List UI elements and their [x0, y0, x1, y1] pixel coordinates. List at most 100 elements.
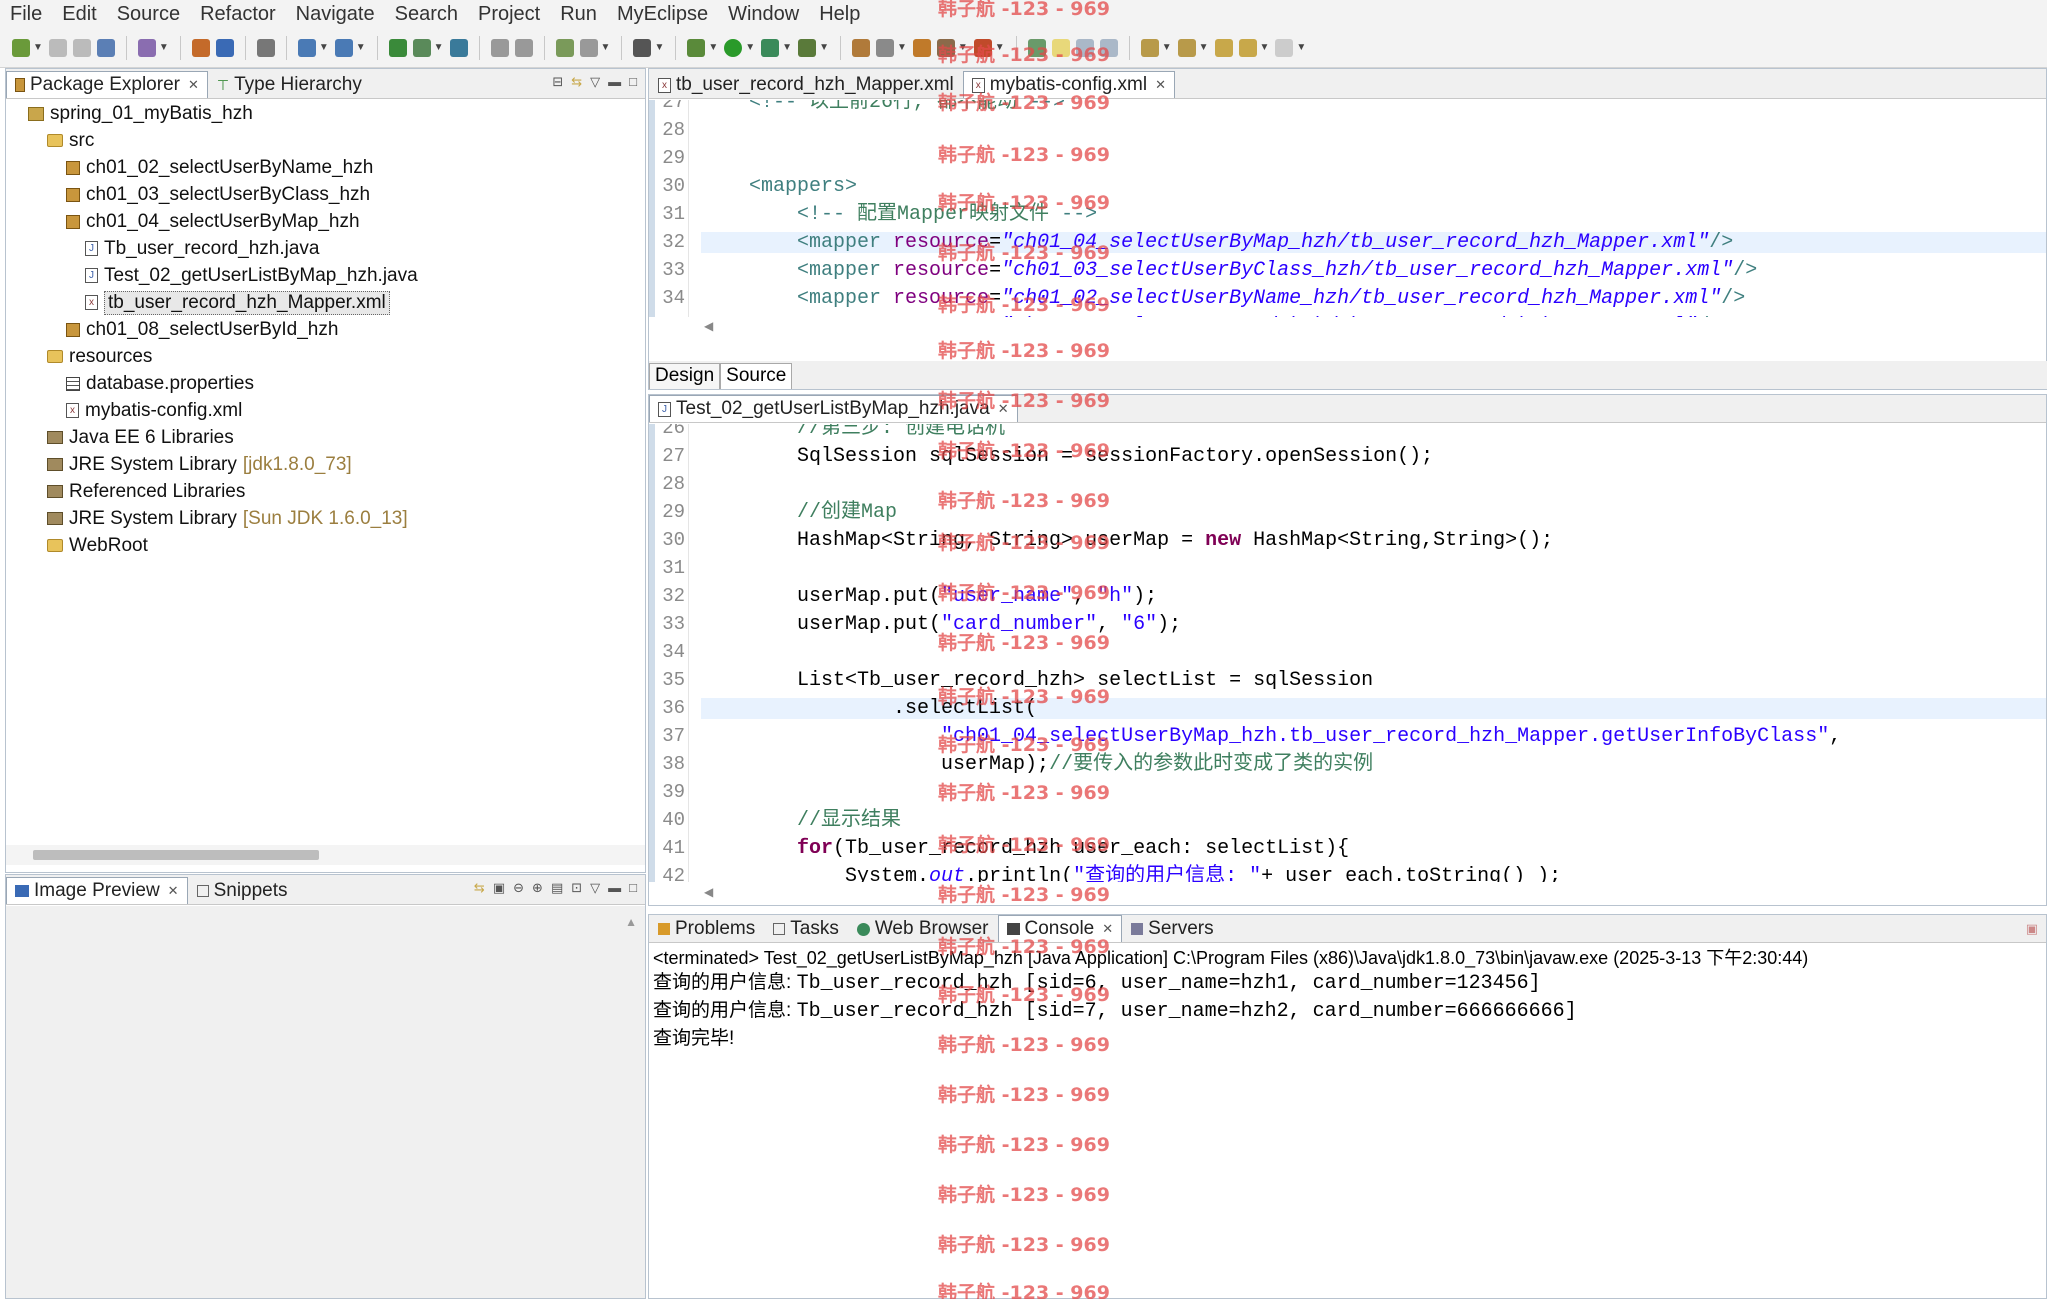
tab-java-test[interactable]: J Test_02_getUserListByMap_hzh.java ✕: [649, 395, 1018, 422]
dropdown-arrow-icon[interactable]: ▼: [897, 42, 907, 53]
minimize-icon[interactable]: ▬: [608, 880, 621, 896]
collapse-all-icon[interactable]: ⊟: [552, 74, 563, 90]
dropdown-arrow-icon[interactable]: ▼: [995, 42, 1005, 53]
globe-icon[interactable]: [449, 38, 468, 57]
menu-item-project[interactable]: Project: [468, 0, 550, 28]
zoom-in-icon[interactable]: ⊕: [532, 880, 543, 896]
tree-item[interactable]: database.properties: [6, 370, 645, 397]
menu-item-search[interactable]: Search: [385, 0, 468, 28]
horizontal-scrollbar[interactable]: ◀: [649, 883, 2046, 903]
scroll-left-icon[interactable]: ◀: [704, 885, 713, 899]
close-icon[interactable]: ✕: [1102, 921, 1113, 937]
new-wizard-icon[interactable]: [137, 38, 156, 57]
settings-icon[interactable]: [875, 38, 894, 57]
tree-item[interactable]: ch01_08_selectUserById_hzh: [6, 316, 645, 343]
dropdown-arrow-icon[interactable]: ▼: [601, 42, 611, 53]
dropdown-arrow-icon[interactable]: ▼: [319, 42, 329, 53]
dropdown-arrow-icon[interactable]: ▼: [1162, 42, 1172, 53]
tree-item[interactable]: JRE System Library [Sun JDK 1.6.0_13]: [6, 505, 645, 532]
next-annotation-icon[interactable]: [1140, 38, 1159, 57]
refresh-icon[interactable]: [490, 38, 509, 57]
tree-item[interactable]: ch01_02_selectUserByName_hzh: [6, 154, 645, 181]
close-icon[interactable]: ✕: [168, 883, 179, 899]
tab-console[interactable]: Console ✕: [997, 915, 1123, 942]
maximize-icon[interactable]: □: [629, 880, 637, 896]
menu-item-edit[interactable]: Edit: [52, 0, 106, 28]
back-icon[interactable]: [1238, 38, 1257, 57]
view-menu-icon[interactable]: ▽: [590, 74, 600, 90]
class-icon[interactable]: [215, 38, 234, 57]
fit-window-icon[interactable]: ⊡: [571, 880, 582, 896]
print-icon[interactable]: [96, 38, 115, 57]
search-icon[interactable]: [297, 38, 316, 57]
prev-annotation-icon[interactable]: [1177, 38, 1196, 57]
sync-icon[interactable]: ⇆: [474, 880, 485, 896]
tree-item[interactable]: Java EE 6 Libraries: [6, 424, 645, 451]
tab-image-preview[interactable]: Image Preview ✕: [6, 877, 188, 904]
server-icon[interactable]: [412, 38, 431, 57]
horizontal-scrollbar[interactable]: ◀: [649, 317, 2046, 337]
debug-icon[interactable]: [687, 38, 706, 57]
tree-item[interactable]: Referenced Libraries: [6, 478, 645, 505]
dropdown-arrow-icon[interactable]: ▼: [1199, 42, 1209, 53]
package-icon[interactable]: [191, 38, 210, 57]
scroll-up-icon[interactable]: ▲: [625, 915, 637, 929]
tab-source[interactable]: Source: [720, 363, 793, 389]
tree-item[interactable]: J Test_02_getUserListByMap_hzh.java: [6, 262, 645, 289]
build-icon[interactable]: [851, 38, 870, 57]
dropdown-arrow-icon[interactable]: ▼: [33, 42, 43, 53]
close-icon[interactable]: ✕: [188, 77, 199, 93]
tab-snippets[interactable]: Snippets: [188, 877, 297, 904]
tree-item[interactable]: ch01_04_selectUserByMap_hzh: [6, 208, 645, 235]
tab-web-browser[interactable]: Web Browser: [848, 915, 998, 942]
dropdown-arrow-icon[interactable]: ▼: [654, 42, 664, 53]
link-editor-icon[interactable]: ⇆: [571, 74, 582, 90]
fit-icon[interactable]: ▣: [493, 880, 505, 896]
mark-icon[interactable]: [936, 38, 955, 57]
tree-item[interactable]: spring_01_myBatis_hzh: [6, 100, 645, 127]
remove-launch-icon[interactable]: ▣: [2026, 921, 2038, 937]
bug-icon[interactable]: [973, 38, 992, 57]
tab-design[interactable]: Design: [649, 363, 721, 389]
dropdown-arrow-icon[interactable]: ▼: [434, 42, 444, 53]
maximize-icon[interactable]: □: [629, 74, 637, 90]
dropdown-arrow-icon[interactable]: ▼: [708, 42, 718, 53]
dropdown-arrow-icon[interactable]: ▼: [745, 42, 755, 53]
dropdown-arrow-icon[interactable]: ▼: [356, 42, 366, 53]
tab-tasks[interactable]: Tasks: [764, 915, 848, 942]
task-icon[interactable]: [912, 38, 931, 57]
java-code-area[interactable]: //第三步: 创建电话机 26 SqlSession sqlSession = s…: [649, 424, 2046, 882]
tree-item[interactable]: WebRoot: [6, 532, 645, 559]
tree-item[interactable]: resources: [6, 343, 645, 370]
history-icon[interactable]: [514, 38, 533, 57]
run-icon[interactable]: [724, 38, 743, 57]
forward-icon[interactable]: [1275, 38, 1294, 57]
tab-problems[interactable]: Problems: [649, 915, 764, 942]
deploy-icon[interactable]: [388, 38, 407, 57]
menu-item-run[interactable]: Run: [550, 0, 607, 28]
database-icon[interactable]: [256, 38, 275, 57]
new-icon[interactable]: [12, 38, 30, 57]
console-output[interactable]: <terminated> Test_02_getUserListByMap_hz…: [653, 947, 2042, 1294]
dropdown-arrow-icon[interactable]: ▼: [159, 42, 169, 53]
dropdown-arrow-icon[interactable]: ▼: [782, 42, 792, 53]
dropdown-arrow-icon[interactable]: ▼: [958, 42, 968, 53]
tree-item[interactable]: J Tb_user_record_hzh.java: [6, 235, 645, 262]
external-tools-icon[interactable]: [798, 38, 817, 57]
save-all-icon[interactable]: [72, 38, 91, 57]
open-type-icon[interactable]: [555, 38, 574, 57]
tab-servers[interactable]: Servers: [1122, 915, 1222, 942]
save-icon[interactable]: [48, 38, 67, 57]
dropdown-arrow-icon[interactable]: ▼: [819, 42, 829, 53]
open-resource-icon[interactable]: [579, 38, 598, 57]
menu-item-source[interactable]: Source: [107, 0, 190, 28]
annotation-icon[interactable]: [1027, 38, 1046, 57]
tree-item[interactable]: src: [6, 127, 645, 154]
highlight-icon[interactable]: [1051, 38, 1070, 57]
view-menu-icon[interactable]: ▽: [590, 880, 600, 896]
tab-mybatis-config[interactable]: x mybatis-config.xml ✕: [962, 71, 1175, 98]
last-edit-icon[interactable]: [1214, 38, 1233, 57]
tab-type-hierarchy[interactable]: ⊤ Type Hierarchy: [208, 71, 371, 98]
xml-code-area[interactable]: <!-- 以上前26行, 都不能动 --> 27 28 29 <mappers> 30 …: [649, 100, 2046, 319]
minimize-icon[interactable]: ▬: [608, 74, 621, 90]
